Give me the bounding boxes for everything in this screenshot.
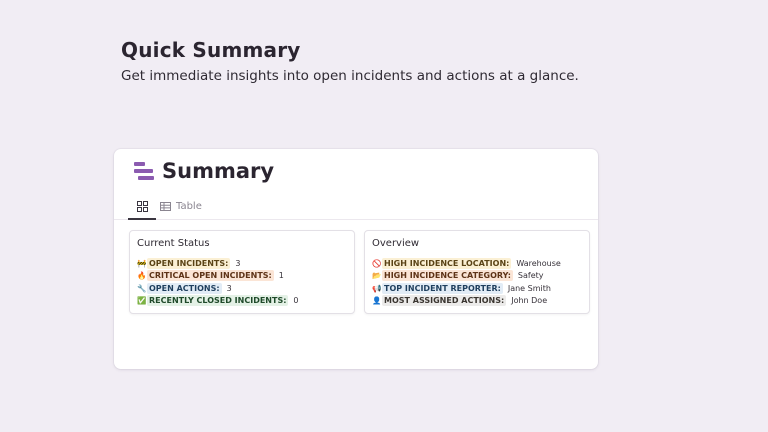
prohibited-icon: 🚫	[372, 258, 382, 268]
property-label: MOST ASSIGNED ACTIONS:	[382, 295, 507, 307]
property-label: HIGH INCIDENCE LOCATION:	[382, 257, 512, 269]
status-row-open-actions: 🔧 OPEN ACTIONS: 3	[137, 282, 299, 295]
wrench-icon: 🔧	[137, 283, 147, 293]
overview-panel[interactable]: Overview 🚫 HIGH INCIDENCE LOCATION: Ware…	[364, 230, 590, 314]
overview-row-assigned: 👤 MOST ASSIGNED ACTIONS: John Doe	[372, 295, 561, 308]
property-value: 3	[226, 283, 232, 293]
card-header: Summary	[132, 159, 274, 183]
property-label: CRITICAL OPEN INCIDENTS:	[147, 270, 274, 282]
property-value: Warehouse	[516, 258, 561, 268]
overview-row-reporter: 📢 TOP INCIDENT REPORTER: Jane Smith	[372, 282, 561, 295]
folder-icon: 📂	[372, 271, 382, 281]
property-value: 0	[293, 296, 299, 306]
property-value: 3	[235, 258, 241, 268]
overview-row-category: 📂 HIGH INCIDENCE CATEGORY: Safety	[372, 270, 561, 283]
view-tabs: Table	[114, 195, 598, 220]
status-row-recently-closed: ✅ RECENTLY CLOSED INCIDENTS: 0	[137, 295, 299, 308]
panel-title: Current Status	[137, 238, 210, 249]
property-label: TOP INCIDENT REPORTER:	[382, 282, 503, 294]
property-value: Safety	[517, 271, 544, 281]
status-row-open-incidents: 🚧 OPEN INCIDENTS: 3	[137, 257, 299, 270]
property-label: RECENTLY CLOSED INCIDENTS:	[147, 295, 289, 307]
gallery-grid-icon	[136, 201, 148, 212]
tab-table[interactable]: Table	[160, 195, 202, 218]
hero-section: Quick Summary Get immediate insights int…	[121, 38, 579, 84]
property-value: John Doe	[511, 296, 548, 306]
summary-card: Summary Table Current Status 🚧 OPEN INCI…	[114, 149, 598, 369]
overview-row-location: 🚫 HIGH INCIDENCE LOCATION: Warehouse	[372, 257, 561, 270]
property-label: OPEN INCIDENTS:	[147, 257, 231, 269]
property-label: OPEN ACTIONS:	[147, 282, 222, 294]
property-value: 1	[278, 271, 284, 281]
status-row-critical-incidents: 🔥 CRITICAL OPEN INCIDENTS: 1	[137, 270, 299, 283]
construction-icon: 🚧	[137, 258, 147, 268]
current-status-panel[interactable]: Current Status 🚧 OPEN INCIDENTS: 3 🔥 CRI…	[129, 230, 355, 314]
card-title: Summary	[162, 159, 275, 183]
table-icon	[160, 202, 171, 211]
panel-title: Overview	[372, 238, 420, 249]
page-subtitle: Get immediate insights into open inciden…	[121, 68, 579, 84]
property-label: HIGH INCIDENCE CATEGORY:	[382, 270, 513, 282]
check-mark-icon: ✅	[137, 296, 147, 306]
tab-table-label: Table	[176, 201, 202, 212]
tab-gallery[interactable]	[128, 195, 156, 220]
fire-icon: 🔥	[137, 271, 147, 281]
page-title: Quick Summary	[121, 38, 301, 62]
summary-bars-icon	[132, 160, 154, 182]
person-icon: 👤	[372, 296, 382, 306]
megaphone-icon: 📢	[372, 283, 382, 293]
property-value: Jane Smith	[507, 283, 551, 293]
